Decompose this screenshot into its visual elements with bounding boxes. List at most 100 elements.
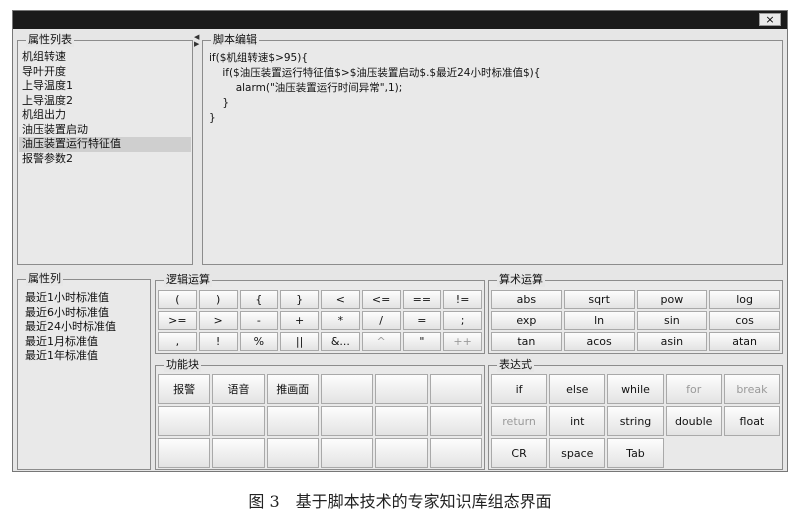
script-code-line[interactable]: } (209, 96, 776, 111)
logic-op-button[interactable]: ) (198, 290, 238, 309)
title-bar: × (13, 11, 787, 29)
attribute-column-item[interactable]: 最近6小时标准值 (22, 306, 149, 321)
function-block-button[interactable] (429, 406, 482, 436)
script-code-line[interactable]: if($油压装置运行特征值$>$油压装置启动$.$最近24小时标准值$){ (209, 66, 776, 81)
function-block-button[interactable] (266, 438, 319, 468)
logic-op-button[interactable]: + (280, 311, 319, 330)
logic-ops-title: 逻辑运算 (164, 273, 212, 287)
logic-op-button[interactable]: >= (158, 311, 197, 330)
script-code-line[interactable]: alarm("油压装置运行时间异常",1); (209, 81, 776, 96)
function-block-button[interactable] (375, 438, 428, 468)
arith-op-button[interactable]: atan (709, 332, 780, 351)
attribute-column-list: 最近1小时标准值 最近6小时标准值 最近24小时标准值 最近1月标准值 最近1年标准值 (22, 291, 149, 364)
attribute-list-item[interactable]: 油压装置运行特征值 (19, 137, 191, 152)
arith-op-button[interactable]: cos (709, 311, 780, 330)
function-block-button[interactable] (212, 406, 265, 436)
arith-op-button[interactable]: abs (491, 290, 562, 309)
function-blocks-title: 功能块 (164, 358, 201, 372)
logic-op-button[interactable]: &... (321, 332, 360, 351)
logic-op-button[interactable]: { (239, 290, 279, 309)
expressions-panel: 表达式 if else while for break return int string do… (488, 358, 783, 470)
splitter-arrows-icon[interactable]: ◀ ▶ (194, 34, 199, 48)
function-block-button[interactable]: 推画面 (266, 374, 319, 404)
logic-op-button[interactable]: , (158, 332, 197, 351)
logic-op-button[interactable]: * (321, 311, 360, 330)
logic-op-button[interactable]: ^ (361, 332, 401, 351)
expression-button[interactable]: string (607, 406, 664, 436)
function-block-button[interactable] (320, 406, 374, 436)
function-block-button[interactable] (429, 374, 482, 404)
logic-op-button[interactable]: " (402, 332, 442, 351)
close-button[interactable]: × (759, 13, 781, 26)
expression-button[interactable]: CR (491, 438, 548, 468)
expression-button[interactable]: Tab (607, 438, 664, 468)
attribute-list-item[interactable]: 机组出力 (19, 108, 191, 123)
logic-op-button[interactable]: ( (158, 290, 197, 309)
logic-op-button[interactable]: % (239, 332, 279, 351)
expression-button[interactable]: while (607, 374, 664, 404)
logic-op-button[interactable]: || (280, 332, 319, 351)
expression-button[interactable]: int (549, 406, 606, 436)
arith-op-button[interactable]: log (709, 290, 780, 309)
attribute-list-item[interactable]: 导叶开度 (19, 65, 191, 80)
expression-button[interactable]: break (723, 374, 780, 404)
logic-op-button[interactable]: ; (443, 311, 482, 330)
function-block-button[interactable]: 语音 (212, 374, 265, 404)
attribute-column-item[interactable]: 最近1月标准值 (22, 335, 149, 350)
attribute-list: 机组转速 导叶开度 上导温度1 上导温度2 机组出力 油压装置启动 油压装置运行特征值 报警参… (19, 50, 191, 166)
function-block-button[interactable] (158, 406, 211, 436)
script-code-line[interactable]: if($机组转速$>95){ (209, 51, 776, 66)
arith-op-button[interactable]: tan (491, 332, 562, 351)
expression-button[interactable]: if (491, 374, 548, 404)
attribute-column-item[interactable]: 最近1小时标准值 (22, 291, 149, 306)
arith-op-button[interactable]: asin (636, 332, 708, 351)
logic-op-button[interactable]: - (239, 311, 279, 330)
logic-op-button[interactable]: ! (198, 332, 238, 351)
logic-op-button[interactable]: != (443, 290, 482, 309)
function-block-button[interactable] (158, 438, 211, 468)
expression-button[interactable]: for (665, 374, 722, 404)
logic-op-button[interactable]: ++ (443, 332, 482, 351)
script-code-line[interactable]: } (209, 111, 776, 126)
logic-op-button[interactable]: / (361, 311, 401, 330)
function-block-button[interactable] (320, 438, 374, 468)
function-block-button[interactable]: 报警 (158, 374, 211, 404)
logic-op-button[interactable]: < (321, 290, 360, 309)
attribute-list-item[interactable]: 上导温度1 (19, 79, 191, 94)
arith-ops-grid: abs sqrt pow log exp ln sin cos tan acos asin atan (491, 290, 780, 351)
attribute-column-item[interactable]: 最近24小时标准值 (22, 320, 149, 335)
function-block-button[interactable] (212, 438, 265, 468)
arith-op-button[interactable]: ln (563, 311, 635, 330)
function-block-button[interactable] (375, 406, 428, 436)
expression-button[interactable]: double (665, 406, 722, 436)
script-editor-panel[interactable]: 脚本编辑 if($机组转速$>95){ if($油压装置运行特征值$>$油压装置… (202, 33, 783, 265)
expression-button[interactable]: else (549, 374, 606, 404)
function-blocks-panel: 功能块 报警 语音 推画面 (155, 358, 485, 470)
logic-op-button[interactable]: <= (361, 290, 401, 309)
function-block-button[interactable] (375, 374, 428, 404)
expression-button[interactable]: return (491, 406, 548, 436)
function-block-button[interactable] (320, 374, 374, 404)
logic-op-button[interactable]: } (280, 290, 319, 309)
attribute-list-item[interactable]: 油压装置启动 (19, 123, 191, 138)
logic-op-button[interactable]: > (198, 311, 238, 330)
expression-button[interactable]: space (549, 438, 606, 468)
expressions-grid: if else while for break return int string double… (491, 374, 780, 468)
attribute-list-item[interactable]: 报警参数2 (19, 152, 191, 167)
attribute-list-item[interactable]: 机组转速 (19, 50, 191, 65)
attribute-column-item[interactable]: 最近1年标准值 (22, 349, 149, 364)
arith-op-button[interactable]: sqrt (563, 290, 635, 309)
attribute-column-title: 属性列 (26, 272, 63, 286)
script-code-area[interactable]: if($机组转速$>95){ if($油压装置运行特征值$>$油压装置启动$.$… (209, 51, 776, 126)
attribute-list-item[interactable]: 上导温度2 (19, 94, 191, 109)
arith-op-button[interactable]: pow (636, 290, 708, 309)
expression-button[interactable]: float (723, 406, 780, 436)
logic-op-button[interactable]: == (402, 290, 442, 309)
arith-op-button[interactable]: acos (563, 332, 635, 351)
function-block-button[interactable] (429, 438, 482, 468)
arith-op-button[interactable]: sin (636, 311, 708, 330)
function-block-button[interactable] (266, 406, 319, 436)
logic-op-button[interactable]: = (402, 311, 442, 330)
script-editor-title: 脚本编辑 (211, 33, 259, 47)
arith-op-button[interactable]: exp (491, 311, 562, 330)
